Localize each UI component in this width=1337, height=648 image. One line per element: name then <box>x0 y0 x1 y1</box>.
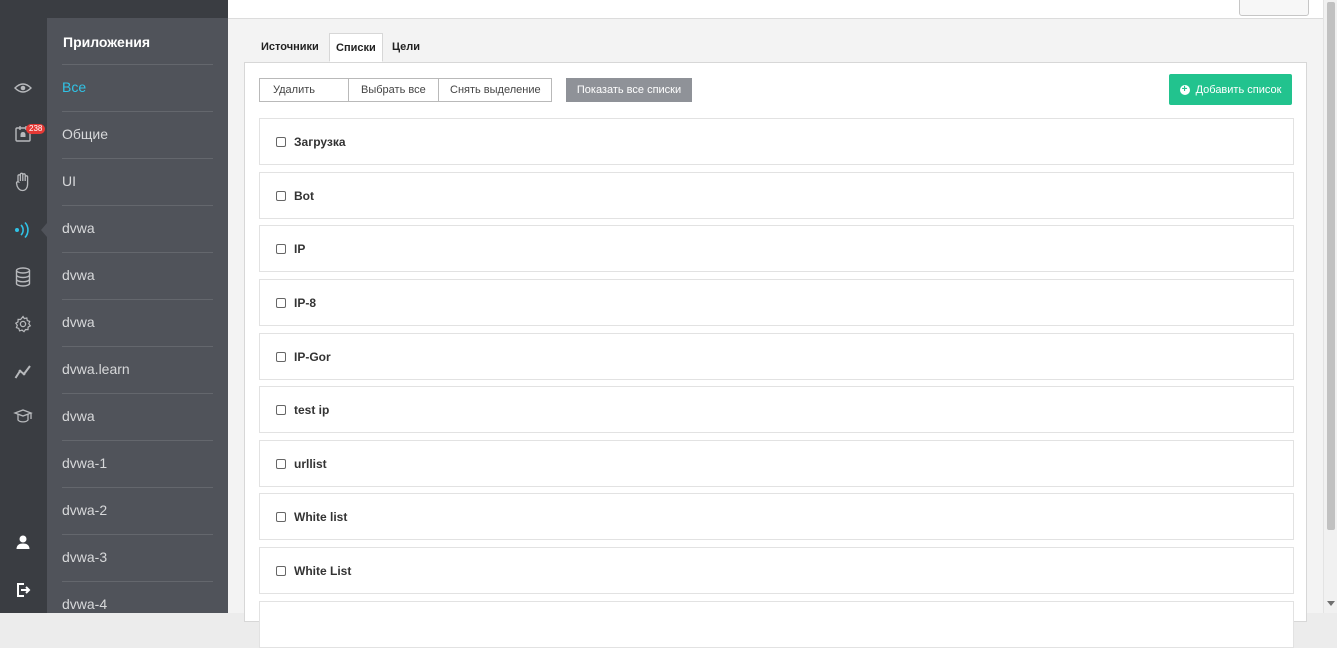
app-item-dvwa-4[interactable]: dvwa-4 <box>62 581 213 613</box>
user-icon[interactable] <box>11 530 35 554</box>
gear-icon[interactable] <box>11 312 35 336</box>
top-header <box>228 0 1323 19</box>
tab-sources[interactable]: Источники <box>261 33 319 62</box>
list-checkbox[interactable] <box>276 136 286 147</box>
app-item-dvwa[interactable]: dvwa <box>62 205 213 252</box>
app-item-dvwa[interactable]: dvwa <box>62 393 213 440</box>
app-item-general[interactable]: Общие <box>62 111 213 158</box>
hand-icon[interactable] <box>11 170 35 194</box>
list-checkbox[interactable] <box>276 404 286 415</box>
app-item-dvwa[interactable]: dvwa <box>62 299 213 346</box>
list-item-label: IP <box>294 241 306 256</box>
list-item[interactable]: Bot <box>259 172 1294 219</box>
list-item[interactable]: IP-Gor <box>259 333 1294 380</box>
graduation-cap-icon[interactable] <box>11 406 35 430</box>
select-all-button[interactable]: Выбрать все <box>348 78 439 102</box>
app-item-ui[interactable]: UI <box>62 158 213 205</box>
list-checkbox[interactable] <box>276 458 286 469</box>
broadcast-icon[interactable] <box>11 218 35 242</box>
app-item-all[interactable]: Все <box>62 64 213 111</box>
list-checkbox[interactable] <box>276 511 286 522</box>
icon-rail: 238 <box>0 0 47 613</box>
list-item-label: Bot <box>294 188 314 203</box>
list-item[interactable]: White List <box>259 547 1294 594</box>
app-item-dvwa-3[interactable]: dvwa-3 <box>62 534 213 581</box>
list-item[interactable]: IP-8 <box>259 279 1294 326</box>
list-item-label: White list <box>294 509 348 524</box>
list-item[interactable]: test ip <box>259 386 1294 433</box>
list-checkbox[interactable] <box>276 565 286 576</box>
chart-line-icon[interactable] <box>11 360 35 384</box>
applications-sidebar: Приложения Все Общие UI dvwa dvwa dvwa d… <box>47 0 228 613</box>
app-item-dvwa[interactable]: dvwa <box>62 252 213 299</box>
list-item[interactable]: urllist <box>259 440 1294 487</box>
list-item-label: urllist <box>294 456 327 471</box>
logout-icon[interactable] <box>11 578 35 602</box>
header-button[interactable] <box>1239 0 1309 16</box>
app-item-dvwa-learn[interactable]: dvwa.learn <box>62 346 213 393</box>
add-list-label: Добавить список <box>1195 83 1282 96</box>
list-item[interactable] <box>259 601 1294 648</box>
list-checkbox[interactable] <box>276 243 286 254</box>
list-item-label: IP-Gor <box>294 349 331 364</box>
list-checkbox[interactable] <box>276 351 286 362</box>
notification-badge: 238 <box>26 124 46 134</box>
list-item-label: test ip <box>294 402 330 417</box>
eye-icon[interactable] <box>11 76 35 100</box>
list-item[interactable]: Загрузка <box>259 118 1294 165</box>
show-all-lists-button[interactable]: Показать все списки <box>566 78 692 102</box>
applications-title: Приложения <box>63 34 151 50</box>
tab-goals[interactable]: Цели <box>392 33 420 62</box>
main-content: Источники Списки Цели Удалить Выбрать вс… <box>228 19 1323 648</box>
database-icon[interactable] <box>11 265 35 289</box>
list-checkbox[interactable] <box>276 297 286 308</box>
list-actions-group: Удалить Выбрать все Снять выделение <box>259 78 552 102</box>
deselect-button[interactable]: Снять выделение <box>438 78 552 102</box>
page-scrollbar[interactable] <box>1323 0 1337 613</box>
plus-circle-icon: + <box>1179 84 1190 95</box>
list-checkbox[interactable] <box>276 190 286 201</box>
list-item-label: White List <box>294 563 352 578</box>
app-item-dvwa-2[interactable]: dvwa-2 <box>62 487 213 534</box>
scroll-down-arrow-icon[interactable] <box>1327 601 1335 606</box>
scrollbar-thumb[interactable] <box>1327 2 1335 530</box>
list-item-label: Загрузка <box>294 134 346 149</box>
tab-lists[interactable]: Списки <box>329 33 383 62</box>
list-item-label: IP-8 <box>294 295 317 310</box>
list-item[interactable]: IP <box>259 225 1294 272</box>
list-item[interactable]: White list <box>259 493 1294 540</box>
delete-button[interactable]: Удалить <box>259 78 349 102</box>
lists-panel: Удалить Выбрать все Снять выделение Пока… <box>244 62 1307 648</box>
app-item-dvwa-1[interactable]: dvwa-1 <box>62 440 213 487</box>
add-list-button[interactable]: + Добавить список <box>1169 74 1292 105</box>
